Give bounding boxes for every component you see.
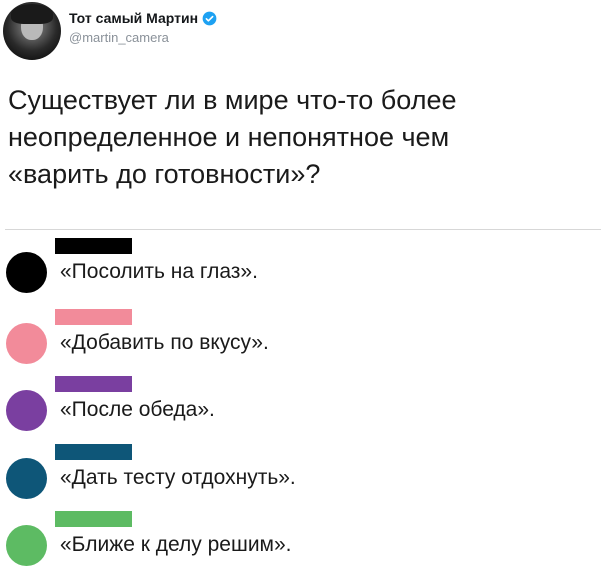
legend-color-dot: [6, 525, 47, 566]
legend-label: «Добавить по вкусу».: [60, 331, 269, 354]
legend-color-bar: [55, 444, 132, 460]
legend-color-bar: [55, 309, 132, 325]
legend-label: «После обеда».: [60, 398, 215, 421]
legend-color-dot: [6, 458, 47, 499]
legend-item: «Добавить по вкусу».: [0, 309, 600, 375]
legend-color-bar: [55, 238, 132, 254]
legend-label: «Посолить на глаз».: [60, 260, 258, 283]
legend-color-dot: [6, 252, 47, 293]
legend-label: «Ближе к делу решим».: [60, 533, 292, 556]
legend-label: «Дать тесту отдохнуть».: [60, 466, 296, 489]
legend-color-dot: [6, 323, 47, 364]
legend-item: «Дать тесту отдохнуть».: [0, 444, 600, 510]
legend-item: «После обеда».: [0, 376, 600, 442]
legend-color-dot: [6, 390, 47, 431]
legend-item: «Ближе к делу решим».: [0, 511, 600, 577]
legend-color-bar: [55, 376, 132, 392]
color-legend: «Посолить на глаз». «Добавить по вкусу».…: [0, 0, 610, 579]
legend-color-bar: [55, 511, 132, 527]
legend-item: «Посолить на глаз».: [0, 238, 600, 304]
